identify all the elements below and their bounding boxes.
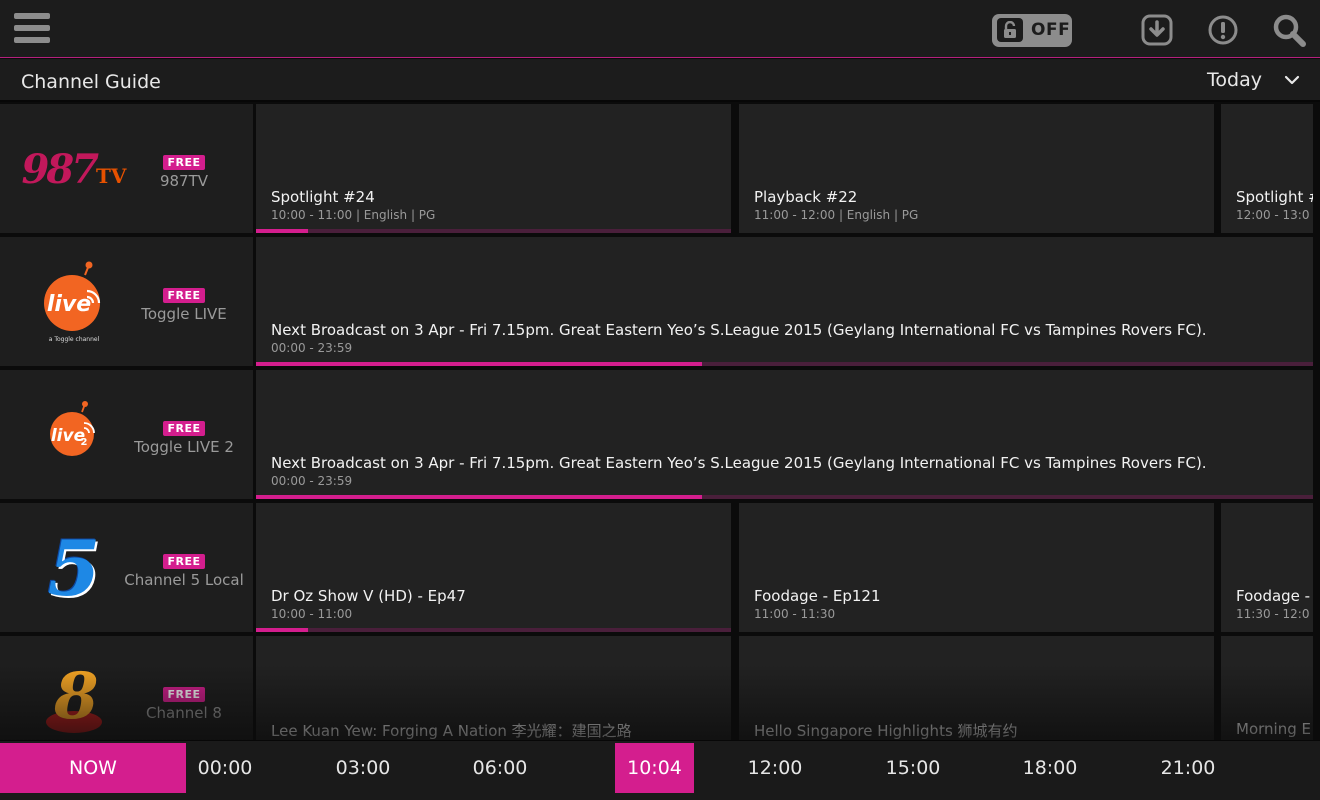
program-meta: 00:00 - 23:59 xyxy=(271,474,353,488)
time-tick[interactable]: 00:00 xyxy=(186,743,264,793)
free-badge: FREE xyxy=(163,421,205,436)
program-cell[interactable]: Lee Kuan Yew: Forging A Nation 李光耀：建国之路 xyxy=(256,636,731,740)
toggle-live-2-logo: live 2 xyxy=(50,401,95,456)
program-meta: 11:30 - 12:0 xyxy=(1236,607,1310,621)
toggle-live-logo: live a Toggle channel xyxy=(44,261,101,343)
program-title: Spotlight #24 xyxy=(271,188,375,206)
free-badge: FREE xyxy=(163,554,205,569)
channel-row: 987 TV FREE 987TV Spotlight #24 10:00 - 1… xyxy=(0,104,1313,233)
program-cell[interactable]: Dr Oz Show V (HD) - Ep47 10:00 - 11:00 xyxy=(256,503,731,632)
program-title: Foodage - Ep121 xyxy=(754,587,881,605)
program-title: Hello Singapore Highlights 狮城有约 xyxy=(754,722,1018,740)
program-cell[interactable]: Foodage - Ep121 11:00 - 11:30 xyxy=(739,503,1214,632)
program-meta: 00:00 - 23:59 xyxy=(271,341,353,355)
lock-icon xyxy=(997,18,1023,42)
channel-logo-toggle-live-2: live 2 xyxy=(26,390,122,480)
program-cell[interactable]: Next Broadcast on 3 Apr - Fri 7.15pm. Gr… xyxy=(256,237,1313,366)
time-tick[interactable]: 06:00 xyxy=(461,743,539,793)
time-tick[interactable]: 15:00 xyxy=(874,743,952,793)
program-title: Dr Oz Show V (HD) - Ep47 xyxy=(271,587,466,605)
program-title: Foodage - xyxy=(1236,587,1311,605)
channel-row: 8 FREE Channel 8 Lee Kuan Yew: Forging A… xyxy=(0,636,1313,740)
channel-guide-grid[interactable]: 987 TV FREE 987TV Spotlight #24 10:00 - 1… xyxy=(0,104,1320,740)
top-bar: OFF xyxy=(0,0,1320,58)
lock-state-label: OFF xyxy=(1031,20,1071,40)
time-tick[interactable]: 12:00 xyxy=(736,743,814,793)
program-cell[interactable]: Playback #22 11:00 - 12:00 | English | P… xyxy=(739,104,1214,233)
free-badge: FREE xyxy=(163,687,205,702)
program-title: Lee Kuan Yew: Forging A Nation 李光耀：建国之路 xyxy=(271,722,632,740)
program-meta: 10:00 - 11:00 | English | PG xyxy=(271,208,436,222)
program-cell[interactable]: Next Broadcast on 3 Apr - Fri 7.15pm. Gr… xyxy=(256,370,1313,499)
menu-icon[interactable] xyxy=(14,13,50,47)
program-title: Morning E xyxy=(1236,720,1311,738)
channel-logo-987tv: 987 TV xyxy=(21,145,127,193)
channel-name: Toggle LIVE xyxy=(141,305,227,323)
channel-row: 5 FREE Channel 5 Local Dr Oz Show V (HD)… xyxy=(0,503,1313,632)
guide-header: Channel Guide Today xyxy=(0,59,1320,102)
svg-text:live: live xyxy=(47,292,91,317)
free-badge: FREE xyxy=(163,288,205,303)
program-title: Spotlight # xyxy=(1236,188,1313,206)
program-title: Playback #22 xyxy=(754,188,858,206)
day-selector-label: Today xyxy=(1207,69,1262,91)
channel-cell-987tv[interactable]: 987 TV FREE 987TV xyxy=(0,104,253,233)
current-time-marker[interactable]: 10:04 xyxy=(615,743,694,793)
channel-name: Channel 8 xyxy=(146,704,222,722)
now-button[interactable]: NOW xyxy=(0,743,186,793)
program-cell[interactable]: Morning E xyxy=(1221,636,1313,740)
timeline-bar: NOW 00:00 03:00 06:00 10:04 12:00 15:00 … xyxy=(0,740,1320,800)
channel-cell-channel-8[interactable]: 8 FREE Channel 8 xyxy=(0,636,253,740)
program-title: Next Broadcast on 3 Apr - Fri 7.15pm. Gr… xyxy=(271,454,1207,472)
channel-row: live a Toggle channel FREE Toggle LIVE N… xyxy=(0,237,1313,366)
program-title: Next Broadcast on 3 Apr - Fri 7.15pm. Gr… xyxy=(271,321,1207,339)
progress-fill xyxy=(256,495,703,499)
channel-logo-channel-5: 5 xyxy=(47,523,101,613)
top-actions: OFF xyxy=(992,12,1306,48)
download-icon[interactable] xyxy=(1140,13,1174,47)
program-cell[interactable]: Hello Singapore Highlights 狮城有约 xyxy=(739,636,1214,740)
time-tick[interactable]: 18:00 xyxy=(1011,743,1089,793)
svg-text:2: 2 xyxy=(81,437,88,448)
alert-icon[interactable] xyxy=(1206,13,1240,47)
progress-fill xyxy=(256,628,309,632)
program-meta: 12:00 - 13:0 xyxy=(1236,208,1310,222)
search-icon[interactable] xyxy=(1272,13,1306,47)
page-title: Channel Guide xyxy=(21,71,161,93)
channel-name: 987TV xyxy=(159,172,209,190)
chevron-down-icon xyxy=(1284,75,1300,85)
program-cell[interactable]: Spotlight #24 10:00 - 11:00 | English | … xyxy=(256,104,731,233)
program-cell[interactable]: Spotlight # 12:00 - 13:0 xyxy=(1221,104,1313,233)
time-tick[interactable]: 21:00 xyxy=(1149,743,1227,793)
progress-track xyxy=(256,362,1313,366)
program-meta: 11:00 - 11:30 xyxy=(754,607,836,621)
progress-fill xyxy=(256,229,309,233)
program-meta: 11:00 - 12:00 | English | PG xyxy=(754,208,919,222)
channel-cell-channel-5[interactable]: 5 FREE Channel 5 Local xyxy=(0,503,253,632)
time-tick[interactable]: 03:00 xyxy=(324,743,402,793)
channel-logo-channel-8: 8 xyxy=(26,656,122,740)
program-cell[interactable]: Foodage - 11:30 - 12:0 xyxy=(1221,503,1313,632)
channel-cell-toggle-live[interactable]: live a Toggle channel FREE Toggle LIVE xyxy=(0,237,253,366)
channel-logo-toggle-live: live a Toggle channel xyxy=(26,257,122,347)
progress-track xyxy=(256,628,731,632)
free-badge: FREE xyxy=(163,155,205,170)
channel-row: live 2 FREE Toggle LIVE 2 Next Broadcast… xyxy=(0,370,1313,499)
progress-fill xyxy=(256,362,703,366)
channel-name: Channel 5 Local xyxy=(124,571,244,589)
program-meta: 10:00 - 11:00 xyxy=(271,607,353,621)
day-selector[interactable]: Today xyxy=(1207,69,1300,91)
progress-track xyxy=(256,495,1313,499)
svg-text:a Toggle channel: a Toggle channel xyxy=(49,336,100,343)
progress-track xyxy=(256,229,731,233)
parental-lock-toggle[interactable]: OFF xyxy=(992,13,1072,47)
channel-cell-toggle-live-2[interactable]: live 2 FREE Toggle LIVE 2 xyxy=(0,370,253,499)
channel-name: Toggle LIVE 2 xyxy=(134,438,234,456)
